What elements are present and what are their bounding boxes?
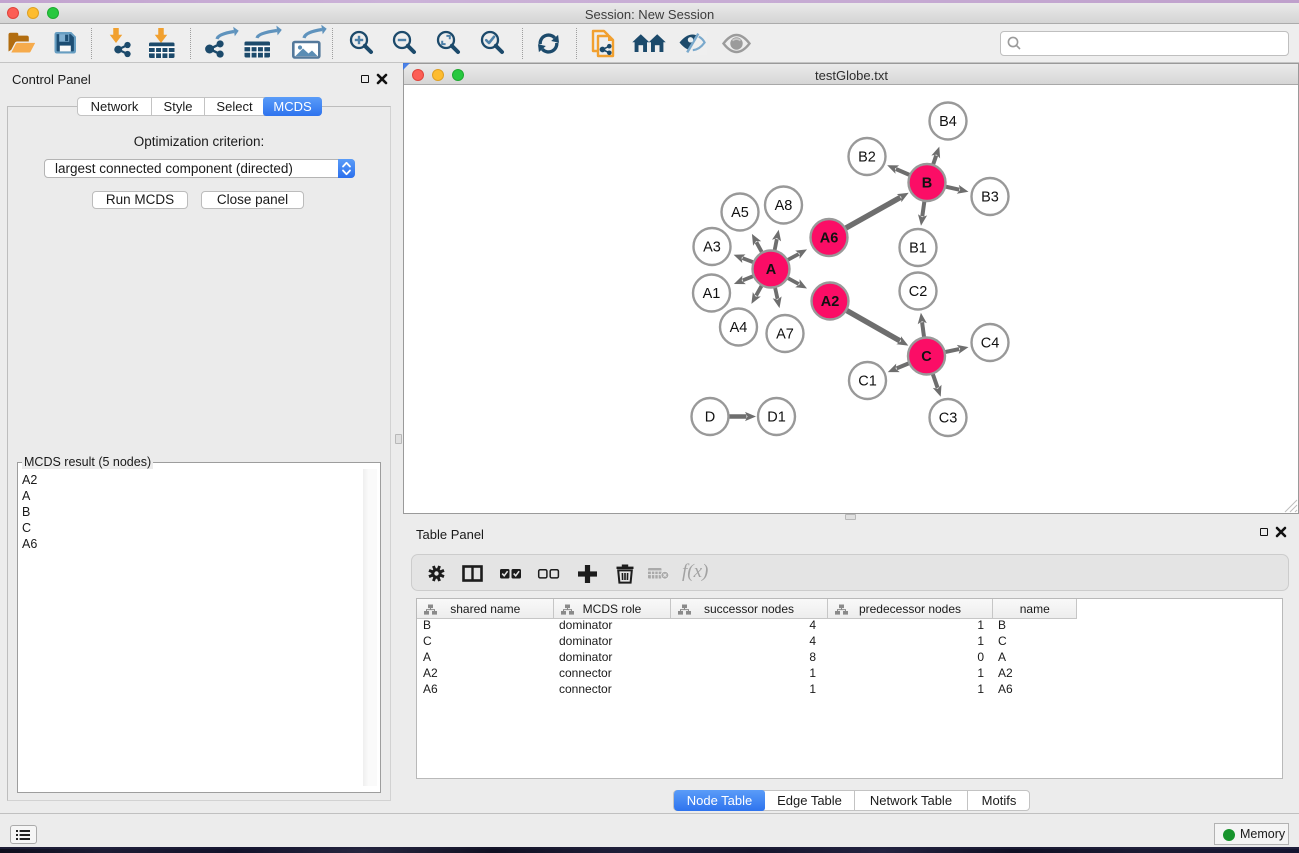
- svg-text:A: A: [766, 262, 777, 278]
- svg-text:D1: D1: [767, 410, 786, 426]
- svg-text:A1: A1: [703, 286, 721, 302]
- svg-text:D: D: [705, 410, 715, 426]
- svg-text:B1: B1: [909, 241, 927, 257]
- svg-text:A4: A4: [730, 320, 748, 336]
- svg-text:A6: A6: [820, 231, 839, 247]
- svg-text:B4: B4: [939, 114, 957, 130]
- svg-text:A3: A3: [703, 240, 721, 256]
- svg-text:A2: A2: [821, 294, 840, 310]
- svg-text:A8: A8: [775, 198, 793, 214]
- svg-text:C2: C2: [909, 284, 928, 300]
- svg-text:B: B: [922, 176, 932, 192]
- svg-text:C1: C1: [858, 374, 877, 390]
- svg-text:B3: B3: [981, 190, 999, 206]
- svg-text:B2: B2: [858, 150, 876, 166]
- svg-text:A7: A7: [776, 327, 794, 343]
- svg-text:C: C: [921, 349, 932, 365]
- svg-text:C3: C3: [939, 411, 958, 427]
- svg-text:C4: C4: [981, 336, 1000, 352]
- svg-text:A5: A5: [731, 205, 749, 221]
